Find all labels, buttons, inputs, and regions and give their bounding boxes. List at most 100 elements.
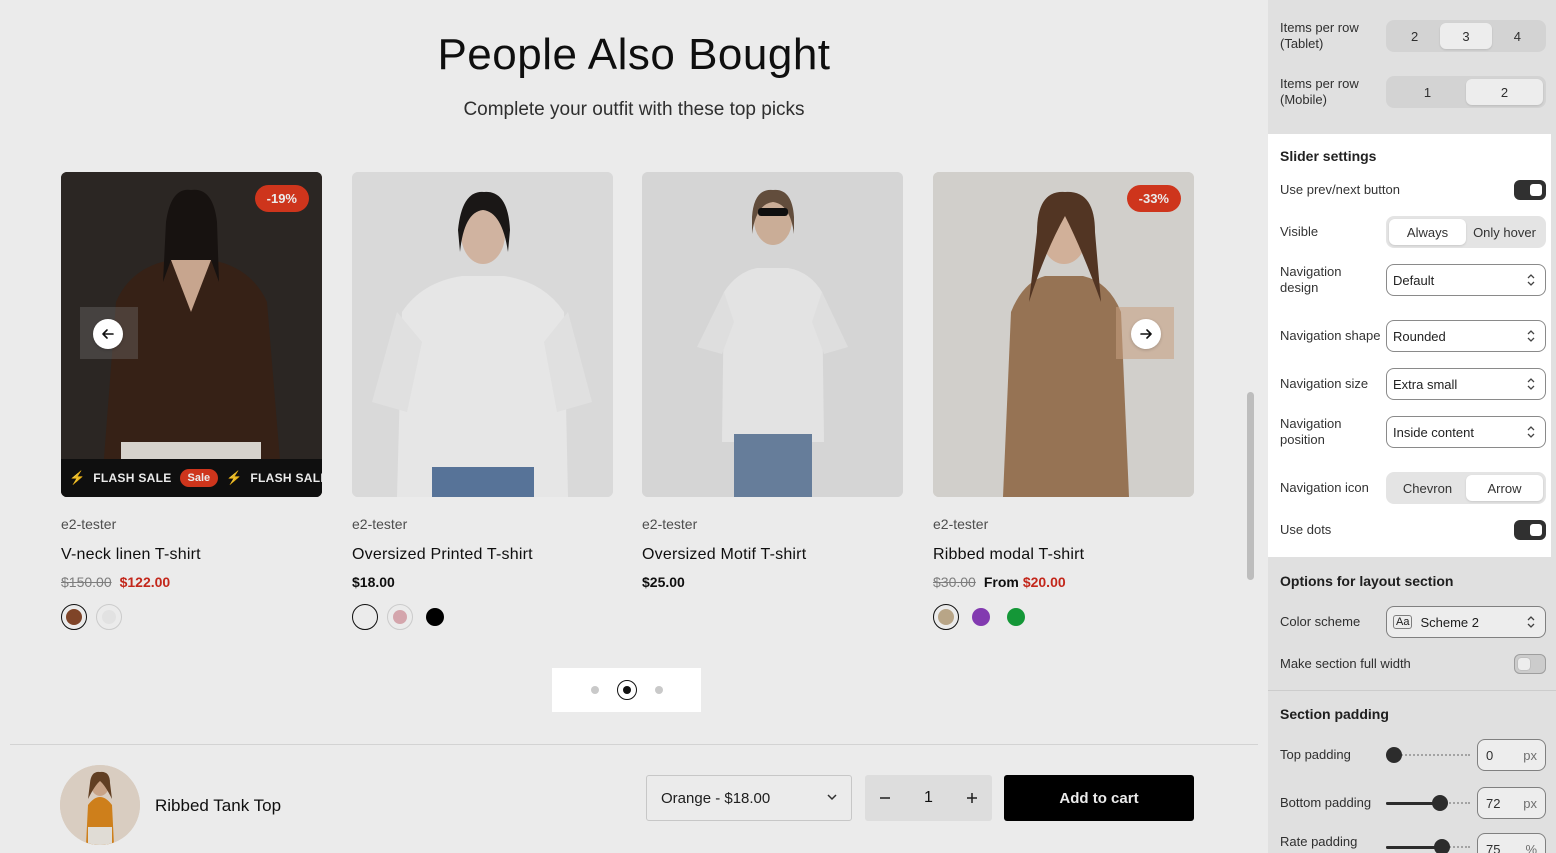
color-swatch[interactable] bbox=[96, 604, 122, 630]
navigation-design-select[interactable]: Default bbox=[1386, 264, 1546, 296]
select-updown-icon bbox=[1527, 378, 1535, 390]
slider-knob[interactable] bbox=[1432, 795, 1448, 811]
color-swatch[interactable] bbox=[968, 604, 994, 630]
product-title[interactable]: Ribbed modal T-shirt bbox=[933, 546, 1084, 564]
variant-select[interactable]: Orange - $18.00 bbox=[646, 775, 852, 821]
quantity-stepper: 1 bbox=[865, 775, 992, 821]
input-unit: px bbox=[1523, 747, 1537, 763]
product-image[interactable] bbox=[352, 172, 613, 497]
top-padding-setting: Top padding 0 px bbox=[1280, 739, 1546, 771]
product-card[interactable]: e2-tester Oversized Printed T-shirt $18.… bbox=[352, 172, 613, 630]
rate-padding-input[interactable]: 75 % bbox=[1477, 833, 1546, 853]
option-arrow[interactable]: Arrow bbox=[1466, 475, 1543, 501]
color-swatch[interactable] bbox=[387, 604, 413, 630]
bottom-padding-input[interactable]: 72 px bbox=[1477, 787, 1546, 819]
use-prev-next-setting: Use prev/next button bbox=[1280, 180, 1546, 200]
select-updown-icon bbox=[1527, 274, 1535, 286]
navigation-size-select[interactable]: Extra small bbox=[1386, 368, 1546, 400]
option-always[interactable]: Always bbox=[1389, 219, 1466, 245]
next-button[interactable] bbox=[1131, 319, 1161, 349]
lightning-icon: ⚡ bbox=[226, 470, 243, 485]
select-value: Rounded bbox=[1393, 328, 1446, 344]
items-per-row-mobile-setting: Items per row (Mobile) 1 2 bbox=[1280, 76, 1546, 108]
product-price: $150.00 $122.00 bbox=[61, 574, 170, 590]
model-photo bbox=[352, 172, 613, 497]
top-padding-slider[interactable] bbox=[1386, 747, 1470, 763]
navigation-icon-segmented: Chevron Arrow bbox=[1386, 472, 1546, 504]
items-per-row-tablet-segmented: 2 3 4 bbox=[1386, 20, 1546, 52]
option-2[interactable]: 2 bbox=[1389, 23, 1440, 49]
bottom-padding-slider[interactable] bbox=[1386, 795, 1470, 811]
rate-padding-setting: Rate padding 75 % bbox=[1280, 833, 1546, 853]
slider-dot[interactable] bbox=[654, 686, 663, 694]
sticky-add-to-cart: Ribbed Tank Top Orange - $18.00 1 Add to… bbox=[10, 744, 1258, 853]
decrease-quantity-button[interactable] bbox=[875, 791, 895, 805]
product-card[interactable]: e2-tester Oversized Motif T-shirt $25.00 bbox=[642, 172, 903, 590]
input-unit: % bbox=[1525, 841, 1537, 853]
arrow-right-icon bbox=[1140, 329, 1152, 339]
navigation-shape-select[interactable]: Rounded bbox=[1386, 320, 1546, 352]
option-2[interactable]: 2 bbox=[1466, 79, 1543, 105]
setting-label: Make section full width bbox=[1280, 656, 1411, 671]
bottom-padding-setting: Bottom padding 72 px bbox=[1280, 787, 1546, 819]
product-title[interactable]: V-neck linen T-shirt bbox=[61, 546, 201, 564]
add-to-cart-button[interactable]: Add to cart bbox=[1004, 775, 1194, 821]
slider-dot-active[interactable] bbox=[616, 680, 637, 700]
color-scheme-select[interactable]: Aa Scheme 2 bbox=[1386, 606, 1546, 638]
setting-label: Navigation design bbox=[1280, 264, 1342, 295]
select-updown-icon bbox=[1527, 330, 1535, 342]
slider-knob[interactable] bbox=[1434, 839, 1450, 853]
setting-label: Visible bbox=[1280, 224, 1319, 239]
flash-sale-marquee: ⚡ FLASH SALE Sale ⚡ FLASH SALE bbox=[61, 459, 322, 497]
section-title: People Also Bought bbox=[437, 30, 831, 79]
top-padding-input[interactable]: 0 px bbox=[1477, 739, 1546, 771]
items-per-row-tablet-setting: Items per row (Tablet) 2 3 4 bbox=[1280, 20, 1546, 52]
full-width-toggle[interactable] bbox=[1514, 654, 1546, 674]
setting-label: Use dots bbox=[1280, 522, 1332, 537]
color-swatches bbox=[352, 604, 448, 630]
navigation-position-select[interactable]: Inside content bbox=[1386, 416, 1546, 448]
select-value: Extra small bbox=[1393, 376, 1458, 392]
use-dots-toggle[interactable] bbox=[1514, 520, 1546, 540]
rate-padding-slider[interactable] bbox=[1386, 839, 1470, 853]
chevron-down-icon bbox=[827, 794, 837, 801]
navigation-icon-setting: Navigation icon Chevron Arrow bbox=[1280, 472, 1546, 504]
color-swatch[interactable] bbox=[61, 604, 87, 630]
slider-knob[interactable] bbox=[1386, 747, 1402, 763]
compare-price: $30.00 bbox=[933, 574, 976, 590]
regular-price: $18.00 bbox=[352, 574, 395, 590]
setting-label: Navigation size bbox=[1280, 376, 1369, 391]
divider bbox=[1268, 690, 1556, 691]
sticky-product-name: Ribbed Tank Top bbox=[155, 796, 282, 815]
arrow-left-icon bbox=[102, 329, 114, 339]
lightning-icon: ⚡ bbox=[69, 470, 86, 485]
option-1[interactable]: 1 bbox=[1389, 79, 1466, 105]
color-swatch[interactable] bbox=[933, 604, 959, 630]
option-4[interactable]: 4 bbox=[1492, 23, 1543, 49]
color-swatches bbox=[933, 604, 1029, 630]
prev-button[interactable] bbox=[93, 319, 123, 349]
product-title[interactable]: Oversized Motif T-shirt bbox=[642, 546, 806, 564]
product-image[interactable] bbox=[642, 172, 903, 497]
setting-label: Color scheme bbox=[1280, 614, 1361, 629]
use-prev-next-toggle[interactable] bbox=[1514, 180, 1546, 200]
full-width-setting: Make section full width bbox=[1280, 654, 1546, 674]
quantity-value[interactable]: 1 bbox=[919, 789, 939, 807]
color-swatch[interactable] bbox=[1003, 604, 1029, 630]
option-only-hover[interactable]: Only hover bbox=[1466, 219, 1543, 245]
increase-quantity-button[interactable] bbox=[962, 791, 982, 805]
setting-label: Rate padding bbox=[1280, 834, 1358, 849]
option-chevron[interactable]: Chevron bbox=[1389, 475, 1466, 501]
marquee-text: FLASH SALE bbox=[250, 471, 322, 485]
setting-label: Items per row (Tablet) bbox=[1280, 20, 1359, 51]
slider-dot[interactable] bbox=[590, 686, 599, 694]
sticky-product-thumbnail bbox=[60, 765, 140, 845]
color-swatch[interactable] bbox=[352, 604, 378, 630]
setting-label: Navigation position bbox=[1280, 416, 1342, 447]
section-subtitle: Complete your outfit with these top pick… bbox=[463, 99, 805, 120]
product-title[interactable]: Oversized Printed T-shirt bbox=[352, 546, 533, 564]
preview-scrollbar[interactable] bbox=[1247, 392, 1254, 580]
marquee-sale-pill: Sale bbox=[179, 469, 219, 487]
option-3[interactable]: 3 bbox=[1440, 23, 1492, 49]
color-swatch[interactable] bbox=[422, 604, 448, 630]
